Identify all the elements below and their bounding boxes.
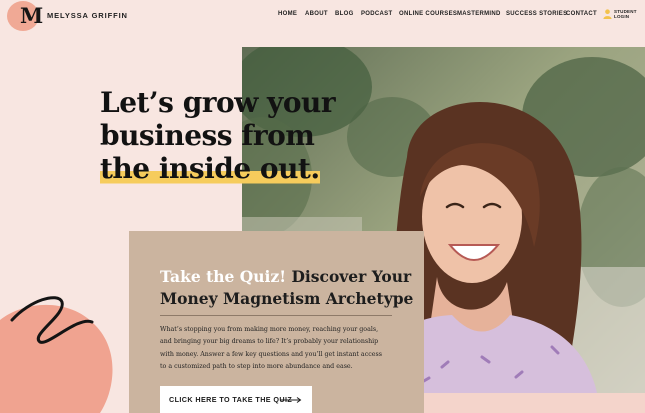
hero-headline: Let’s grow your business from the inside… [100, 86, 360, 185]
nav-item-contact[interactable]: CONTACT [566, 11, 597, 17]
nav-item-online-courses[interactable]: ONLINE COURSES [399, 11, 457, 17]
take-quiz-button-label: CLICK HERE TO TAKE THE QUIZ [169, 395, 293, 404]
nav-item-podcast[interactable]: PODCAST [361, 11, 392, 17]
login-line-2: LOGIN [614, 14, 630, 19]
nav-item-mastermind[interactable]: MASTERMIND [457, 11, 501, 17]
quiz-title-line-1: Discover Your [291, 267, 412, 286]
headline-line-1: Let’s grow your [100, 86, 336, 119]
arrow-right-icon [280, 397, 302, 403]
quiz-description: What’s stopping you from making more mon… [160, 324, 400, 374]
quiz-title-highlight: Take the Quiz! [160, 267, 287, 286]
quiz-description-line: with money. Answer a few key questions a… [160, 350, 382, 358]
quiz-description-line: and bringing your big dreams to life? It… [160, 338, 379, 346]
decorative-strip [424, 393, 645, 413]
quiz-title: Take the Quiz! Discover Your Money Magne… [160, 266, 415, 310]
student-login-link[interactable]: STUDENT LOGIN [614, 9, 637, 19]
quiz-description-line: What’s stopping you from making more mon… [160, 326, 379, 333]
headline-line-3: the inside out. [100, 152, 320, 185]
nav-item-home[interactable]: HOME [278, 11, 297, 17]
nav-item-about[interactable]: ABOUT [305, 11, 328, 17]
quiz-card: Take the Quiz! Discover Your Money Magne… [129, 231, 424, 413]
headline-line-2: business from [100, 119, 315, 152]
take-quiz-button[interactable]: CLICK HERE TO TAKE THE QUIZ [160, 386, 312, 413]
decorative-blob [0, 296, 113, 413]
main-nav: HOME ABOUT BLOG PODCAST ONLINE COURSES M… [0, 11, 645, 21]
quiz-title-line-2: Money Magnetism Archetype [160, 289, 414, 308]
nav-item-success-stories[interactable]: SUCCESS STORIES [506, 11, 567, 17]
quiz-description-line: to a customized path to step into more a… [160, 363, 353, 371]
nav-item-blog[interactable]: BLOG [335, 11, 354, 17]
card-divider [160, 315, 392, 316]
user-icon[interactable] [603, 9, 612, 19]
